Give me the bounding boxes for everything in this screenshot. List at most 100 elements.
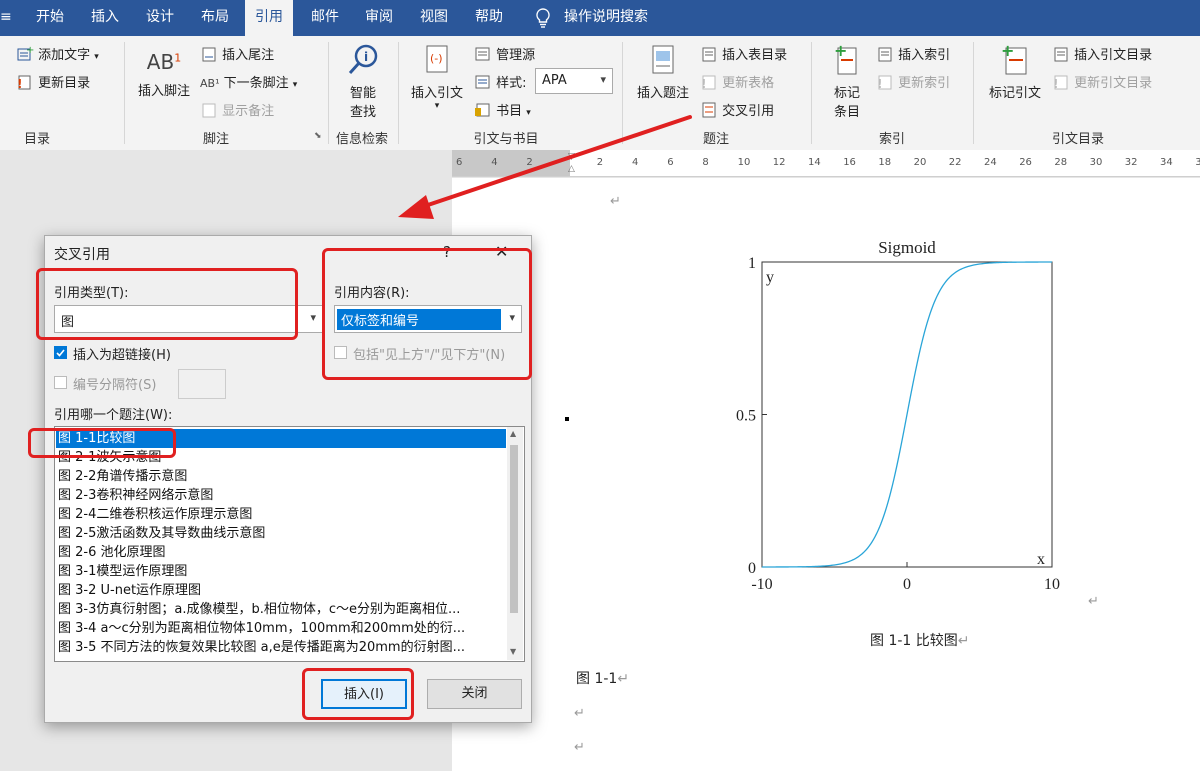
paragraph-mark: ↵ (574, 706, 585, 721)
update-table-icon: ! (700, 74, 718, 94)
hyperlink-label: 插入为超链接(H) (73, 348, 171, 363)
y-axis-label: y (766, 269, 774, 286)
tab-home[interactable]: 开始 (36, 0, 64, 36)
tab-layout[interactable]: 布局 (201, 0, 229, 36)
annotation-box-ref-type (36, 268, 298, 340)
caption-list-item[interactable]: 图 3-2 U-net运作原理图 (58, 581, 506, 600)
manage-sources-button[interactable]: 管理源 (474, 44, 535, 66)
update-table-button[interactable]: ! 更新表格 (700, 72, 774, 94)
insert-index-button[interactable]: 插入索引 (876, 44, 950, 66)
group-separator (124, 42, 125, 144)
caption-list-item[interactable]: 图 2-5激活函数及其导数曲线示意图 (58, 524, 506, 543)
close-button[interactable]: 关闭 (427, 679, 522, 709)
ruler-number: 20 (913, 157, 927, 168)
tab-mailings[interactable]: 邮件 (311, 0, 339, 36)
caption-list-item[interactable]: 图 2-6 池化原理图 (58, 543, 506, 562)
cross-reference-button[interactable]: 交叉引用 (700, 100, 774, 122)
svg-text:i: i (364, 50, 368, 64)
lightbulb-icon[interactable] (534, 0, 552, 36)
group-separator (811, 42, 812, 144)
ruler-number: 32 (1124, 157, 1138, 168)
insert-caption-icon (630, 44, 696, 82)
tell-me-search[interactable]: 操作说明搜索 (564, 0, 648, 36)
y-tick-label: 0.5 (736, 408, 756, 425)
insert-table-of-figures-button[interactable]: 插入表目录 (700, 44, 787, 66)
inserted-cross-reference[interactable]: 图 1-1↵ (576, 668, 629, 688)
svg-text:+: + (834, 42, 847, 60)
ruler-number: 18 (878, 157, 892, 168)
figure-caption: 图 1-1 比较图↵ (870, 633, 970, 649)
tab-review[interactable]: 审阅 (365, 0, 393, 36)
annotation-box-insert (302, 668, 414, 720)
insert-toa-icon (1052, 46, 1070, 66)
show-notes-button[interactable]: 显示备注 (200, 100, 274, 122)
svg-text:!: ! (17, 77, 22, 90)
insert-citation-button[interactable]: (-) 插入引文 ▾ (404, 44, 470, 111)
scrollbar-thumb[interactable] (510, 445, 518, 613)
y-tick-label: 0 (748, 560, 756, 577)
axis-ticks: -10 0 1000.51 (736, 255, 1060, 593)
sigmoid-chart: Sigmoid y x -10 0 1000.51 (736, 238, 1060, 593)
checkmark-icon (56, 349, 65, 357)
group-label-footnotes: 脚注 (202, 132, 229, 147)
group-separator (973, 42, 974, 144)
caption-list-item[interactable]: 图 2-3卷积神经网络示意图 (58, 486, 506, 505)
scroll-down-icon[interactable]: ▼ (510, 647, 516, 656)
insert-endnote-button[interactable]: 插入尾注 (200, 44, 274, 66)
y-tick-label: 1 (748, 255, 756, 272)
listbox-scrollbar[interactable]: ▲ ▼ (507, 427, 523, 660)
svg-text:(-): (-) (430, 52, 443, 65)
document-page[interactable]: ↵ Sigmoid y x -10 0 10 0 0.5 1 图 1-1 比较图↵ ↵ 图… (452, 178, 1200, 771)
insert-index-icon (876, 46, 894, 66)
insert-caption-button[interactable]: 插入题注 (630, 44, 696, 101)
insert-footnote-button[interactable]: AB1 插入脚注 (132, 50, 196, 99)
update-toc-button[interactable]: ! 更新目录 (16, 72, 90, 94)
mark-citation-icon: + (982, 41, 1048, 82)
svg-text:!: ! (701, 77, 706, 90)
ribbon-tab-bar: ≡ 开始 插入 设计 布局 引用 邮件 审阅 视图 帮助 操作说明搜索 (0, 0, 1200, 36)
x-axis-label: x (1037, 551, 1045, 568)
update-toa-button[interactable]: ! 更新引文目录 (1052, 72, 1152, 94)
tab-references[interactable]: 引用 (245, 0, 293, 36)
caption-list-item[interactable]: 图 2-4二维卷积核运作原理示意图 (58, 505, 506, 524)
dialog-launcher-icon[interactable]: ⬊ (314, 131, 322, 141)
mark-entry-button[interactable]: + 标记 条目 (820, 41, 874, 120)
mark-citation-button[interactable]: + 标记引文 (982, 41, 1048, 101)
style-label: 样式: (474, 72, 527, 94)
separator-label: 编号分隔符(S) (73, 378, 157, 393)
caption-list-item[interactable]: 图 3-1模型运作原理图 (58, 562, 506, 581)
ruler-number: 10 (737, 157, 751, 168)
scroll-up-icon[interactable]: ▲ (510, 429, 516, 438)
caption-listbox[interactable]: 图 1-1比较图图 2-1波矢示意图图 2-2角谱传播示意图图 2-3卷积神经网… (54, 426, 525, 662)
separator-input[interactable] (178, 369, 226, 399)
add-text-icon: + (16, 45, 34, 66)
caption-list-item[interactable]: 图 3-5 不同方法的恢复效果比较图 a,e是传播距离为20mm的衍射图... (58, 638, 506, 657)
group-separator (328, 42, 329, 144)
paragraph-mark: ↵ (1088, 594, 1099, 609)
ruler-number: 28 (1054, 157, 1068, 168)
insert-toa-button[interactable]: 插入引文目录 (1052, 44, 1152, 66)
citation-style-select[interactable]: APA ▾ (535, 68, 613, 94)
update-table-icon: ! (16, 74, 34, 94)
add-text-button[interactable]: + 添加文字 ▾ (16, 44, 99, 66)
manage-sources-icon (474, 46, 492, 66)
tab-view[interactable]: 视图 (420, 0, 448, 36)
update-toa-icon: ! (1052, 74, 1070, 94)
ruler-number: 34 (1160, 157, 1173, 168)
caption-list-item[interactable]: 图 2-2角谱传播示意图 (58, 467, 506, 486)
hyperlink-checkbox[interactable] (54, 346, 67, 359)
x-tick-label: 0 (903, 576, 911, 593)
search-icon: i (336, 42, 390, 82)
caption-list-item[interactable]: 图 3-3仿真衍射图；a.成像模型，b.相位物体，c～e分别为距离相位... (58, 600, 506, 619)
separator-checkbox[interactable] (54, 376, 67, 389)
footnote-icon: AB1 (146, 50, 182, 74)
tab-insert[interactable]: 插入 (91, 0, 119, 36)
annotation-arrow-icon (398, 115, 692, 219)
update-index-button[interactable]: ! 更新索引 (876, 72, 950, 94)
tab-design[interactable]: 设计 (146, 0, 174, 36)
ruler-number: 36 (1195, 157, 1200, 168)
mark-entry-icon: + (820, 41, 874, 82)
caption-list-item[interactable]: 图 3-4 a～c分别为距离相位物体10mm，100mm和200mm处的衍... (58, 619, 506, 638)
next-footnote-button[interactable]: AB¹ 下一条脚注 ▾ (200, 72, 297, 91)
tab-help[interactable]: 帮助 (475, 0, 503, 36)
